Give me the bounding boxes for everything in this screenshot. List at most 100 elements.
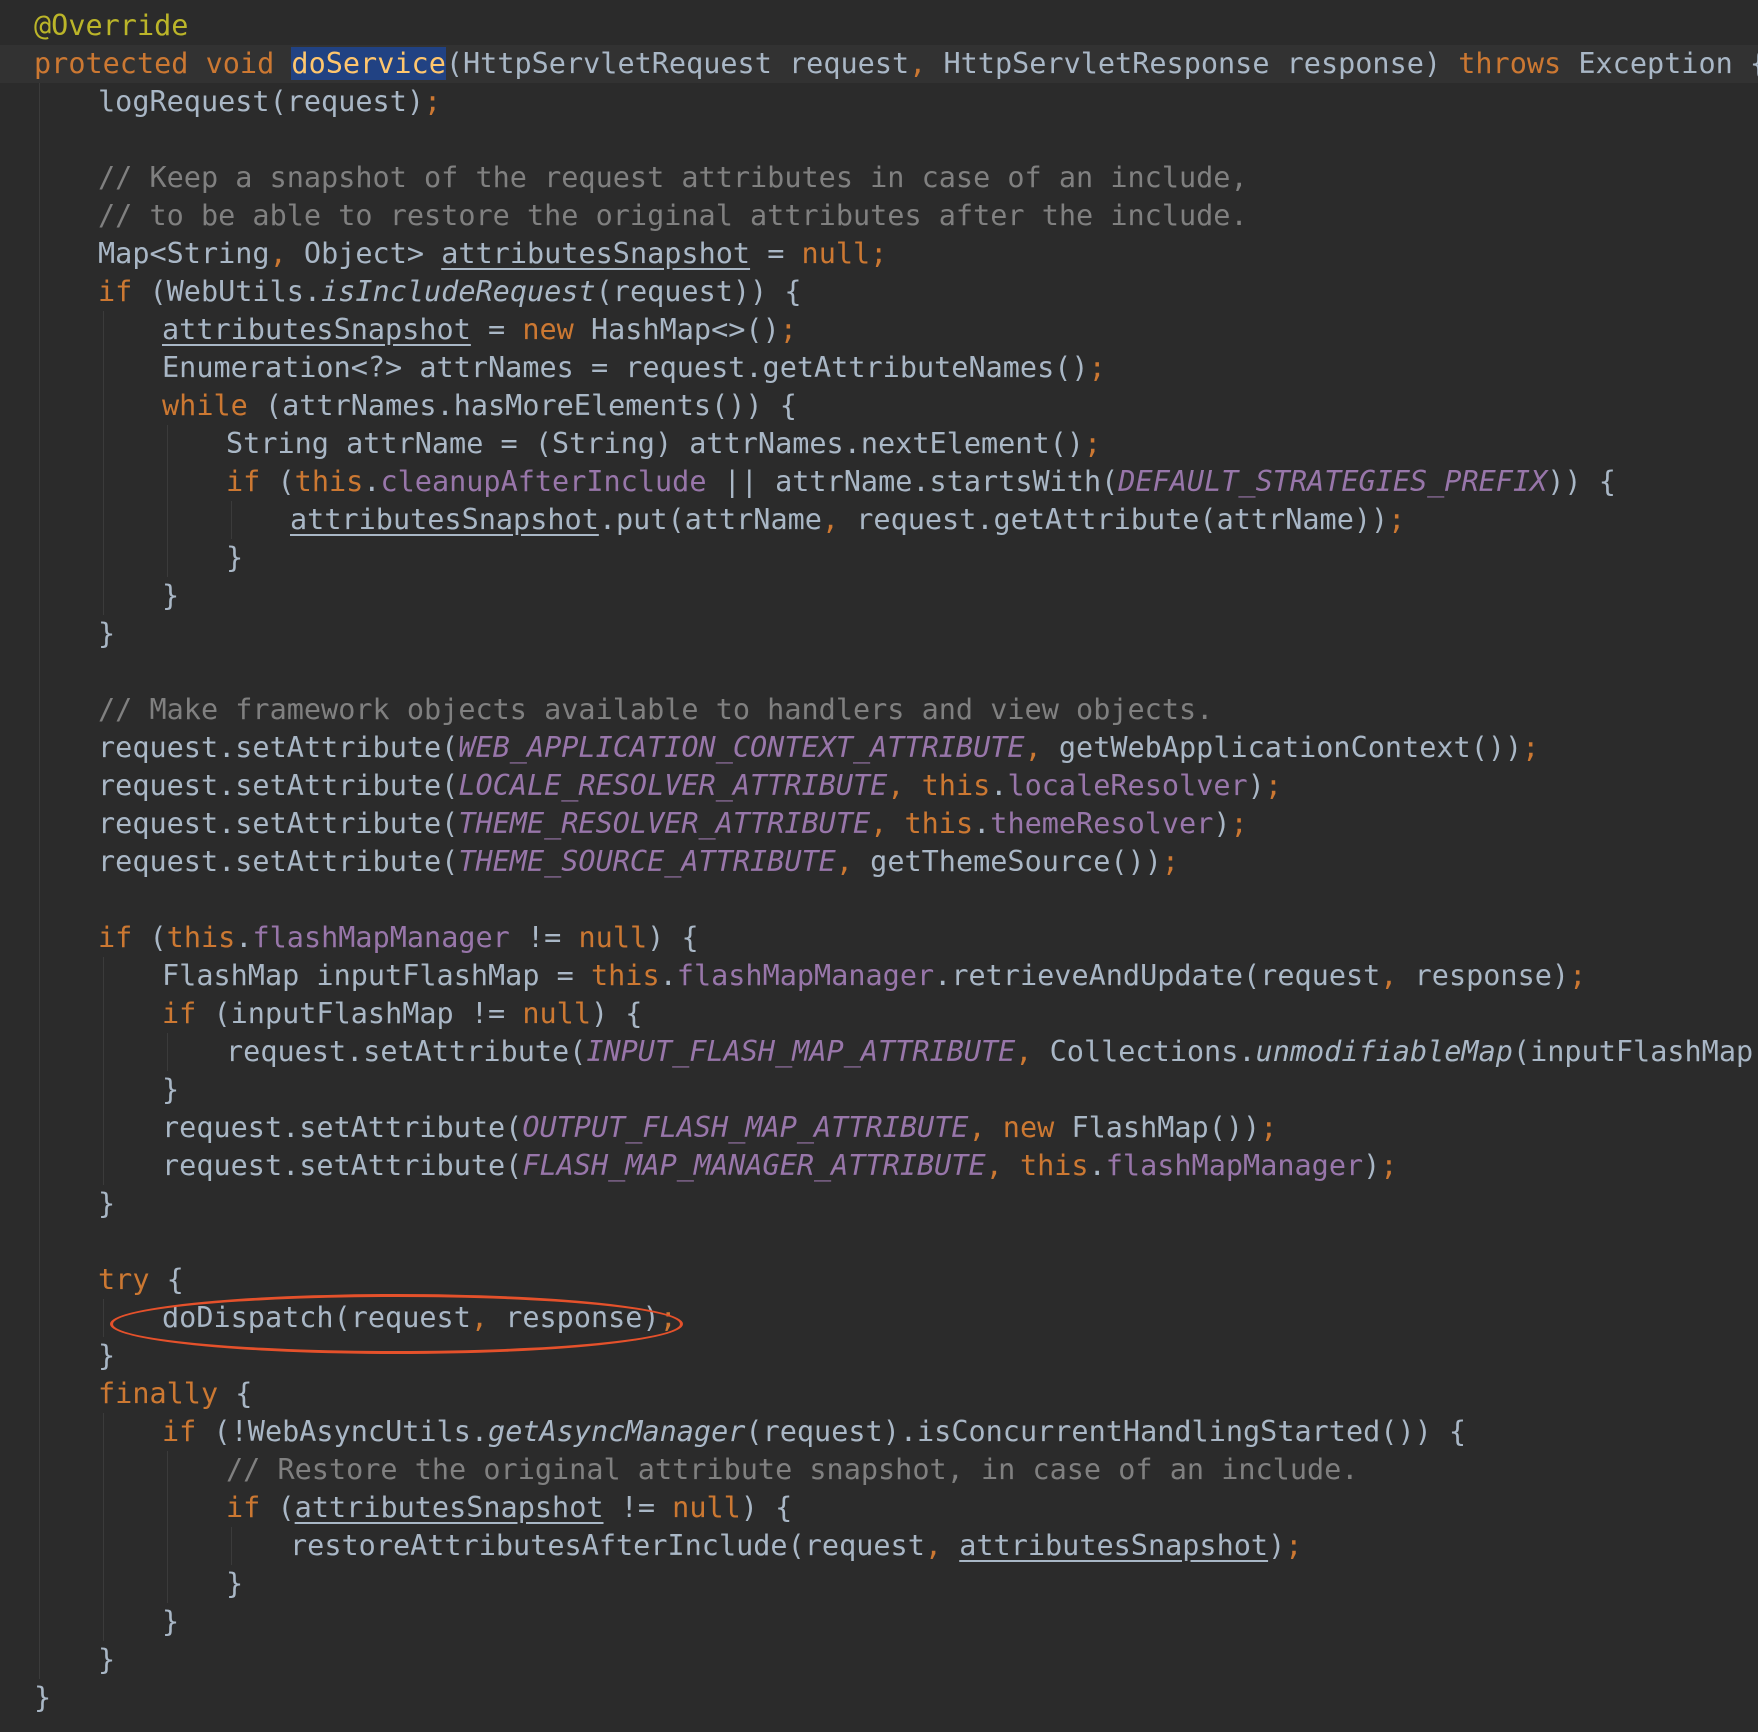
indent-guide [167, 1527, 168, 1565]
code-line[interactable]: FlashMap inputFlashMap = this.flashMapMa… [0, 957, 1758, 995]
code-line[interactable]: } [0, 1337, 1758, 1375]
code-token: != [509, 921, 579, 954]
code-token: . [990, 769, 1008, 802]
code-token: // to be able to restore the original at… [98, 199, 1248, 232]
code-token: THEME_SOURCE_ATTRIBUTE [458, 845, 836, 878]
code-token: ; [1260, 1111, 1278, 1144]
code-token: finally [98, 1377, 219, 1410]
code-line[interactable]: protected void doService(HttpServletRequ… [0, 45, 1758, 83]
code-line[interactable]: attributesSnapshot = new HashMap<>(); [0, 311, 1758, 349]
code-line[interactable]: String attrName = (String) attrNames.nex… [0, 425, 1758, 463]
code-line[interactable]: // to be able to restore the original at… [0, 197, 1758, 235]
indent-guide [39, 1071, 40, 1109]
indent-guide [39, 1451, 40, 1489]
code-token: unmodifiableMap [1255, 1035, 1513, 1068]
code-line[interactable]: doDispatch(request, response); [0, 1299, 1758, 1337]
indent-guide [103, 1147, 104, 1185]
code-editor[interactable]: @Override protected void doService(HttpSe… [0, 0, 1758, 1732]
code-line[interactable]: restoreAttributesAfterInclude(request, a… [0, 1527, 1758, 1565]
indent-guide [231, 501, 232, 539]
code-line[interactable]: // Keep a snapshot of the request attrib… [0, 159, 1758, 197]
code-text: if (this.flashMapManager != null) { [98, 919, 699, 957]
code-token: . [1088, 1149, 1106, 1182]
code-line[interactable]: if (attributesSnapshot != null) { [0, 1489, 1758, 1527]
code-text: request.setAttribute(THEME_SOURCE_ATTRIB… [98, 843, 1179, 881]
indent-guide [39, 1223, 40, 1261]
code-text: if (attributesSnapshot != null) { [226, 1489, 792, 1527]
code-line[interactable]: logRequest(request); [0, 83, 1758, 121]
code-text: try { [98, 1261, 184, 1299]
code-token: HashMap<>() [573, 313, 780, 346]
code-token: logRequest(request) [98, 85, 425, 118]
code-line[interactable]: Map<String, Object> attributesSnapshot =… [0, 235, 1758, 273]
code-text: doDispatch(request, response); [162, 1299, 677, 1337]
code-text: String attrName = (String) attrNames.nex… [226, 425, 1101, 463]
indent-guide [39, 577, 40, 615]
code-line[interactable]: if (this.cleanupAfterInclude || attrName… [0, 463, 1758, 501]
code-line[interactable]: request.setAttribute(LOCALE_RESOLVER_ATT… [0, 767, 1758, 805]
code-line[interactable]: } [0, 1641, 1758, 1679]
code-text: // to be able to restore the original at… [98, 197, 1248, 235]
code-token: ; [1161, 845, 1180, 878]
code-line[interactable]: if (WebUtils.isIncludeRequest(request)) … [0, 273, 1758, 311]
code-token: Enumeration<?> attrNames = request.getAt… [162, 351, 1089, 384]
code-text: // Restore the original attribute snapsh… [226, 1451, 1358, 1489]
code-text: } [98, 1337, 115, 1375]
code-line[interactable] [0, 1223, 1758, 1261]
code-line[interactable]: finally { [0, 1375, 1758, 1413]
code-line[interactable]: } [0, 615, 1758, 653]
code-line[interactable]: } [0, 539, 1758, 577]
code-line[interactable]: } [0, 1185, 1758, 1223]
code-token: } [98, 1187, 116, 1220]
code-line[interactable] [0, 881, 1758, 919]
code-token: { [149, 1263, 184, 1296]
code-line[interactable]: request.setAttribute(THEME_RESOLVER_ATTR… [0, 805, 1758, 843]
code-line[interactable] [0, 121, 1758, 159]
code-line[interactable]: } [0, 1565, 1758, 1603]
code-line[interactable]: } [0, 1603, 1758, 1641]
code-line[interactable]: request.setAttribute(WEB_APPLICATION_CON… [0, 729, 1758, 767]
indent-guide [39, 349, 40, 387]
indent-guide [39, 1033, 40, 1071]
code-line[interactable]: Enumeration<?> attrNames = request.getAt… [0, 349, 1758, 387]
code-token: = [750, 237, 802, 270]
code-token: new [1002, 1111, 1055, 1144]
code-line[interactable]: @Override [0, 7, 1758, 45]
code-token: , [968, 1111, 986, 1144]
indent-guide [103, 1413, 104, 1451]
code-line[interactable]: if (this.flashMapManager != null) { [0, 919, 1758, 957]
code-token: isIncludeRequest [321, 275, 596, 308]
indent-guide [167, 1451, 168, 1489]
code-line[interactable]: try { [0, 1261, 1758, 1299]
code-token: // Make framework objects available to h… [98, 693, 1214, 726]
code-token: (HttpServletRequest request [445, 47, 910, 80]
indent-guide [39, 1527, 40, 1565]
code-token: , [269, 237, 287, 270]
code-token: .put(attrName [598, 503, 822, 536]
code-line[interactable]: } [0, 577, 1758, 615]
code-line[interactable]: if (inputFlashMap != null) { [0, 995, 1758, 1033]
code-token: , [1380, 959, 1398, 992]
code-text: attributesSnapshot.put(attrName, request… [290, 501, 1405, 539]
indent-guide [103, 1527, 104, 1565]
code-line[interactable]: attributesSnapshot.put(attrName, request… [0, 501, 1758, 539]
code-line[interactable]: while (attrNames.hasMoreElements()) { [0, 387, 1758, 425]
code-line[interactable]: // Restore the original attribute snapsh… [0, 1451, 1758, 1489]
code-line[interactable]: // Make framework objects available to h… [0, 691, 1758, 729]
code-line[interactable]: } [0, 1679, 1758, 1717]
indent-guide [103, 1603, 104, 1641]
code-token: ) [1247, 769, 1265, 802]
code-line[interactable]: request.setAttribute(THEME_SOURCE_ATTRIB… [0, 843, 1758, 881]
code-line[interactable]: } [0, 1071, 1758, 1109]
code-token: (inputFlashMap)) [1512, 1035, 1758, 1068]
indent-guide [103, 1565, 104, 1603]
code-line[interactable]: request.setAttribute(INPUT_FLASH_MAP_ATT… [0, 1033, 1758, 1071]
code-line[interactable]: if (!WebAsyncUtils.getAsyncManager(reque… [0, 1413, 1758, 1451]
code-line[interactable] [0, 653, 1758, 691]
code-token: ; [1522, 731, 1540, 764]
code-line[interactable]: request.setAttribute(FLASH_MAP_MANAGER_A… [0, 1147, 1758, 1185]
code-token: Map<String [98, 237, 270, 270]
code-token: // Keep a snapshot of the request attrib… [98, 161, 1248, 194]
code-line[interactable]: request.setAttribute(OUTPUT_FLASH_MAP_AT… [0, 1109, 1758, 1147]
code-text: Map<String, Object> attributesSnapshot =… [98, 235, 887, 273]
